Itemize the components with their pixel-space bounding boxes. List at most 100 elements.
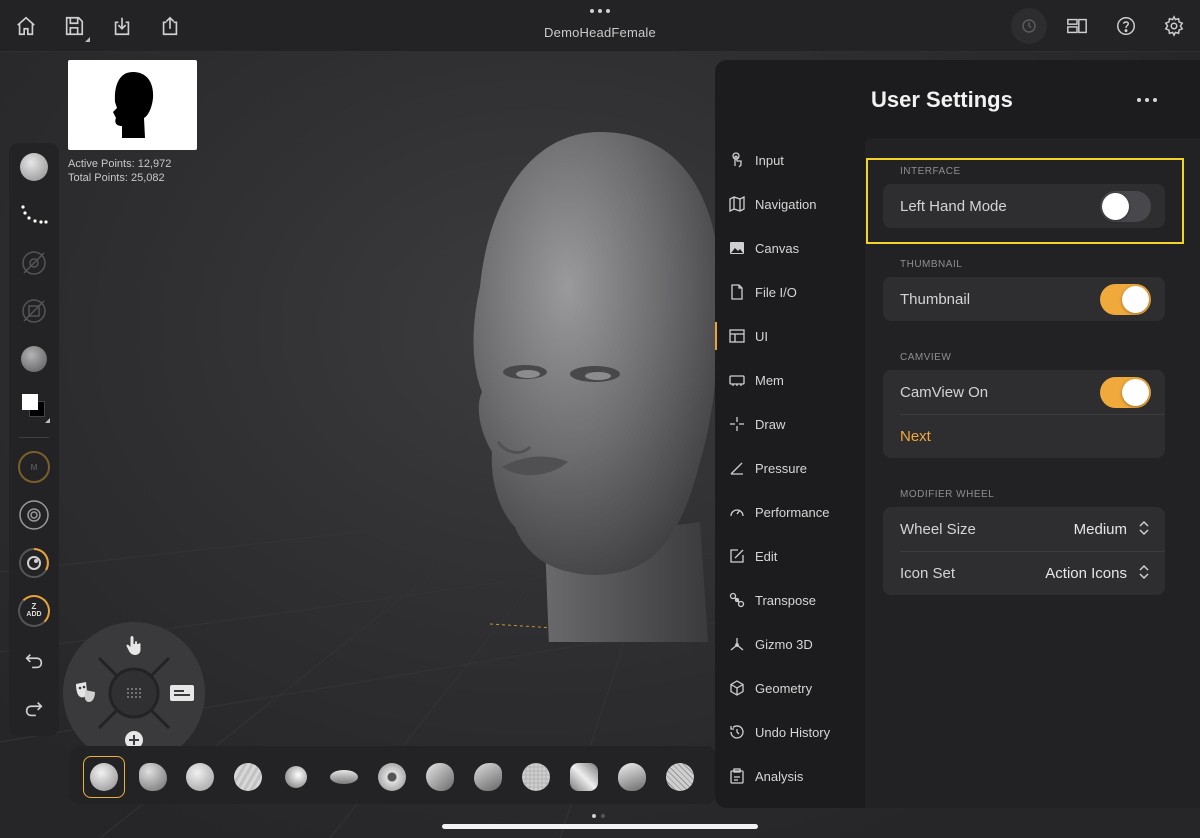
document-title: DemoHeadFemale [544, 25, 656, 40]
redo-icon[interactable] [18, 693, 50, 725]
mrgb-icon[interactable]: M [18, 451, 50, 483]
nav-item-mem[interactable]: Mem [715, 362, 865, 398]
thumbnail-label: Thumbnail [900, 290, 971, 308]
nav-item-input[interactable]: Input [715, 142, 865, 178]
thumbnail-toggle[interactable] [1100, 284, 1151, 315]
gesture-icon[interactable] [119, 630, 149, 660]
left-toolbar: M Z ADD [9, 143, 59, 736]
icon-set-value[interactable]: Action Icons [1045, 565, 1127, 582]
wheel-size-row[interactable]: Wheel Size Medium [883, 507, 1165, 551]
save-icon[interactable] [62, 14, 90, 42]
camview-next-row[interactable]: Next [883, 414, 1165, 458]
grid-dots-icon[interactable] [120, 679, 148, 707]
nav-item-navigation[interactable]: Navigation [715, 186, 865, 222]
alpha-off-icon[interactable] [18, 247, 50, 279]
nav-item-gizmo-3d[interactable]: Gizmo 3D [715, 626, 865, 662]
section-header-camview: CAMVIEW [900, 352, 952, 363]
chevron-up-down-icon[interactable] [1139, 520, 1149, 536]
map-icon [729, 196, 745, 212]
share-icon[interactable] [158, 14, 182, 38]
camview-on-toggle[interactable] [1100, 377, 1151, 408]
top-bar: DemoHeadFemale [0, 0, 1200, 52]
memory-icon [729, 372, 745, 388]
nav-item-transpose[interactable]: Transpose [715, 582, 865, 618]
gauge-icon [729, 504, 745, 520]
home-icon[interactable] [14, 14, 38, 38]
brush-snakehook-icon[interactable] [323, 756, 365, 798]
gear-icon[interactable] [1162, 14, 1186, 38]
pressure-icon [729, 460, 745, 476]
history-icon[interactable] [1011, 8, 1047, 44]
camview-on-label: CamView On [900, 383, 989, 401]
nav-item-performance[interactable]: Performance [715, 494, 865, 530]
brush-preview-icon[interactable] [18, 151, 50, 183]
zadd-icon[interactable]: Z ADD [18, 595, 50, 627]
home-indicator[interactable] [442, 824, 758, 829]
touch-icon [729, 152, 745, 168]
page-indicator [592, 814, 605, 818]
total-points: Total Points: 25,082 [68, 172, 165, 184]
brush-flatten-icon[interactable] [419, 756, 461, 798]
modifier-wheel[interactable] [63, 622, 205, 764]
brush-standard-icon[interactable] [132, 756, 174, 798]
active-points: Active Points: 12,972 [68, 158, 172, 170]
window-handle-icon[interactable] [588, 6, 612, 16]
intensity-icon[interactable] [18, 547, 50, 579]
nav-item-canvas[interactable]: Canvas [715, 230, 865, 266]
brush-orb-icon[interactable] [563, 756, 605, 798]
brush-polish-icon[interactable] [611, 756, 653, 798]
history-icon [729, 724, 745, 740]
color-swatch-icon[interactable] [18, 391, 50, 423]
undo-icon[interactable] [18, 645, 50, 677]
icon-set-label: Icon Set [900, 564, 956, 582]
nav-item-geometry[interactable]: Geometry [715, 670, 865, 706]
nav-item-pressure[interactable]: Pressure [715, 450, 865, 486]
texture-off-icon[interactable] [18, 295, 50, 327]
import-icon[interactable] [110, 14, 134, 38]
stroke-dots-icon[interactable] [18, 199, 50, 231]
clipboard-icon [729, 768, 745, 784]
image-icon [729, 240, 745, 256]
thumbnail-row: Thumbnail [883, 277, 1165, 321]
brush-smooth-icon[interactable] [227, 756, 269, 798]
brush-dam-icon[interactable] [515, 756, 557, 798]
brush-trim-icon[interactable] [467, 756, 509, 798]
nav-item-analysis[interactable]: Analysis [715, 758, 865, 794]
nav-item-draw[interactable]: Draw [715, 406, 865, 442]
thumbnail-view[interactable] [68, 60, 197, 150]
crosshair-icon [729, 416, 745, 432]
material-icon[interactable] [18, 343, 50, 375]
edit-icon [729, 548, 745, 564]
camview-on-row: CamView On [883, 370, 1165, 414]
brush-mesh-icon[interactable] [659, 756, 701, 798]
settings-title: User Settings [871, 87, 1013, 112]
gizmo-icon [729, 636, 745, 652]
nav-item-ui[interactable]: UI [715, 318, 865, 354]
icon-set-row[interactable]: Icon Set Action Icons [883, 551, 1165, 595]
nav-item-file-io[interactable]: File I/O [715, 274, 865, 310]
camview-group: CamView On Next [883, 370, 1165, 458]
chevron-up-down-icon[interactable] [1139, 564, 1149, 580]
thumbnail-group: Thumbnail [883, 277, 1165, 321]
section-header-thumbnail: THUMBNAIL [900, 259, 963, 270]
layout-icon[interactable] [1065, 14, 1089, 38]
head-model[interactable] [450, 122, 750, 642]
wheel-size-value[interactable]: Medium [1074, 521, 1127, 538]
section-header-modifier-wheel: MODIFIER WHEEL [900, 489, 995, 500]
modifier-wheel-group: Wheel Size Medium Icon Set Action Icons [883, 507, 1165, 595]
nav-item-edit[interactable]: Edit [715, 538, 865, 574]
brush-move-icon[interactable] [179, 756, 221, 798]
brush-palette [70, 746, 716, 804]
brush-clay-icon[interactable] [83, 756, 125, 798]
card-icon[interactable] [165, 676, 199, 710]
more-options-icon[interactable] [1133, 90, 1161, 110]
draw-size-icon[interactable] [18, 499, 50, 531]
brush-inflate-icon[interactable] [275, 756, 317, 798]
next-link[interactable]: Next [900, 428, 931, 445]
file-icon [729, 284, 745, 300]
highlight-outline [866, 158, 1184, 244]
masks-icon[interactable] [69, 676, 103, 710]
help-icon[interactable] [1114, 14, 1138, 38]
brush-pinch-icon[interactable] [371, 756, 413, 798]
nav-item-undo-history[interactable]: Undo History [715, 714, 865, 750]
